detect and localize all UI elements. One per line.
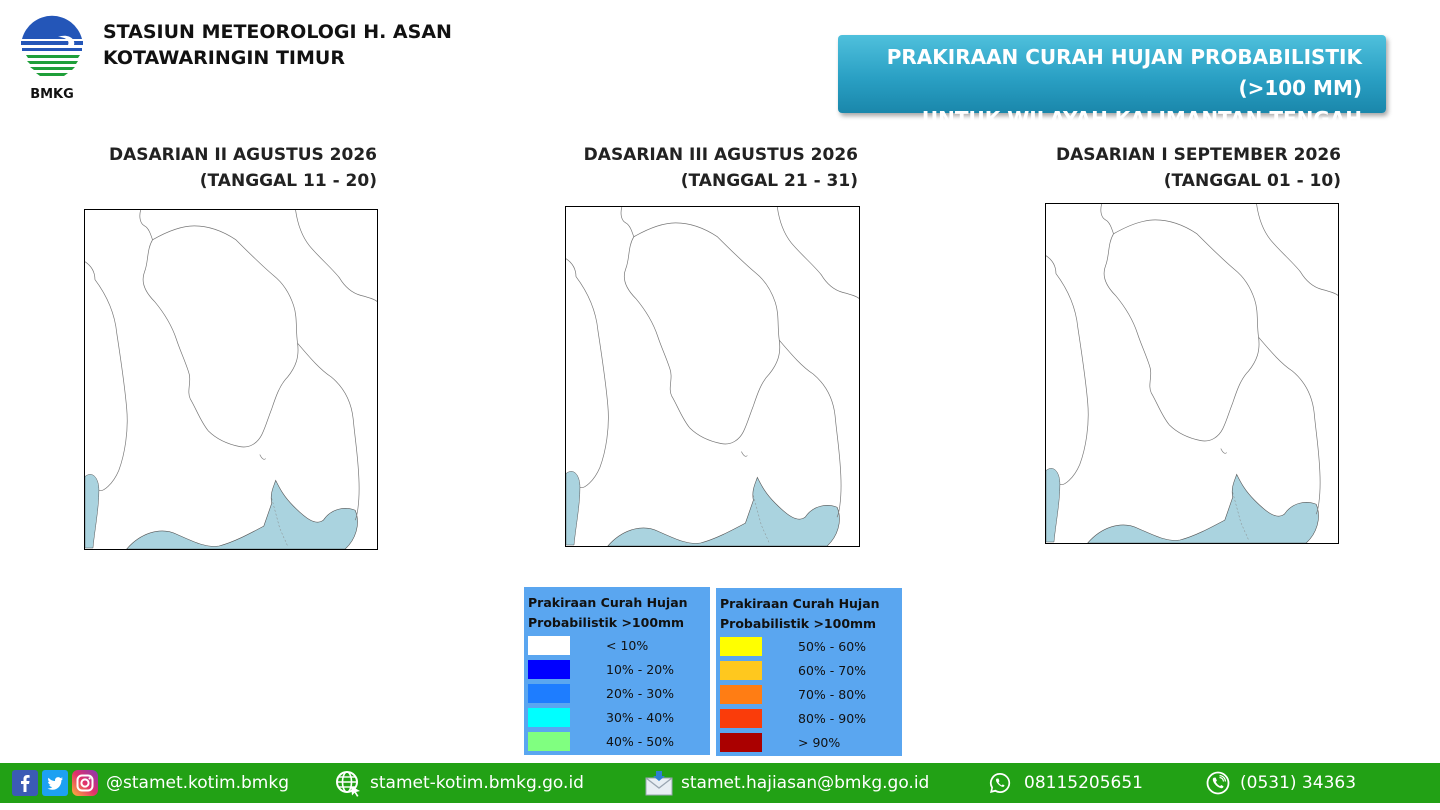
station-line2: KOTAWARINGIN TIMUR [103,47,345,69]
legend-swatch [528,635,570,655]
phone-link[interactable]: (0531) 34363 [1206,763,1356,803]
forecast-map-1 [84,209,378,550]
legend-entry: 40% - 50% [528,729,706,753]
legend-swatch [528,731,570,751]
period-heading-2: DASARIAN III AGUSTUS 2026 (TANGGAL 21 - … [538,142,858,194]
legend-title-line1: Prakiraan Curah Hujan [720,596,880,611]
legend-label: 60% - 70% [798,662,867,678]
legend-entry: 80% - 90% [720,706,898,730]
legend-label: 30% - 40% [606,709,675,725]
email-address[interactable]: stamet.hajiasan@bmkg.go.id [681,773,929,793]
mail-icon [645,770,673,796]
legend-swatch [528,659,570,679]
footer-bar: @stamet.kotim.bmkg stamet-kotim.bmkg.go.… [0,763,1440,803]
legend-low: Prakiraan Curah Hujan Probabilistik >100… [524,587,710,755]
title-line2: UNTUK WILAYAH KALIMANTAN TENGAH [921,107,1362,131]
period-2-title: DASARIAN III AGUSTUS 2026 [583,145,858,165]
legend-swatch [720,660,762,680]
legend-entry: > 90% [720,730,898,754]
legend-entry: 60% - 70% [720,658,898,682]
whatsapp-number[interactable]: 08115205651 [1024,773,1143,793]
legend-entry: 50% - 60% [720,634,898,658]
legend-swatch [528,707,570,727]
legend-high: Prakiraan Curah Hujan Probabilistik >100… [716,588,902,756]
instagram-icon[interactable] [72,770,98,796]
legend-entry: 20% - 30% [528,681,706,705]
station-name: STASIUN METEOROLOGI H. ASAN KOTAWARINGIN… [103,19,452,71]
legend-swatch [720,732,762,752]
legend-label: 80% - 90% [798,710,867,726]
whatsapp-link[interactable]: 08115205651 [988,763,1143,803]
period-3-dates: (TANGGAL 01 - 10) [1163,171,1341,191]
forecast-map-3 [1045,203,1339,544]
website-link[interactable]: stamet-kotim.bmkg.go.id [335,763,584,803]
period-heading-1: DASARIAN II AGUSTUS 2026 (TANGGAL 11 - 2… [57,142,377,194]
bmkg-logo: BMKG [18,15,86,103]
title-line1: PRAKIRAAN CURAH HUJAN PROBABILISTIK (>10… [886,45,1362,100]
legend-swatch [720,636,762,656]
period-heading-3: DASARIAN I SEPTEMBER 2026 (TANGGAL 01 - … [1021,142,1341,194]
legend-label: 40% - 50% [606,733,675,749]
legend-swatch [720,684,762,704]
legend-label: < 10% [606,637,649,653]
facebook-icon[interactable] [12,770,38,796]
email-link[interactable]: stamet.hajiasan@bmkg.go.id [645,763,929,803]
period-2-dates: (TANGGAL 21 - 31) [680,171,858,191]
legend-label: 70% - 80% [798,686,867,702]
legend-label: 20% - 30% [606,685,675,701]
phone-icon [1206,771,1230,795]
title-banner: PRAKIRAAN CURAH HUJAN PROBABILISTIK (>10… [838,35,1386,131]
legend-entry: 70% - 80% [720,682,898,706]
website-url[interactable]: stamet-kotim.bmkg.go.id [370,773,584,793]
instagram-handle[interactable]: @stamet.kotim.bmkg [106,773,289,793]
period-3-title: DASARIAN I SEPTEMBER 2026 [1056,145,1341,165]
twitter-icon[interactable] [42,770,68,796]
legend-title-line2: Probabilistik >100mm [528,615,685,630]
logo-text: BMKG [30,87,74,102]
forecast-map-2 [565,206,860,547]
legend-label: 10% - 20% [606,661,675,677]
legend-label: 50% - 60% [798,638,867,654]
period-1-dates: (TANGGAL 11 - 20) [199,171,377,191]
phone-number[interactable]: (0531) 34363 [1240,773,1356,793]
whatsapp-icon [988,771,1012,795]
globe-icon [335,770,362,797]
legend-label: > 90% [798,734,841,750]
legend-entry: 30% - 40% [528,705,706,729]
legend-title-line1: Prakiraan Curah Hujan [528,595,688,610]
social-links: @stamet.kotim.bmkg [12,763,289,803]
period-1-title: DASARIAN II AGUSTUS 2026 [109,145,377,165]
legend-entry: 10% - 20% [528,657,706,681]
legend-swatch [720,708,762,728]
legend-swatch [528,683,570,703]
bmkg-emblem-icon: BMKG [19,15,85,102]
station-line1: STASIUN METEOROLOGI H. ASAN [103,21,452,43]
legend-entry: < 10% [528,633,706,657]
legend-title-line2: Probabilistik >100mm [720,616,877,631]
